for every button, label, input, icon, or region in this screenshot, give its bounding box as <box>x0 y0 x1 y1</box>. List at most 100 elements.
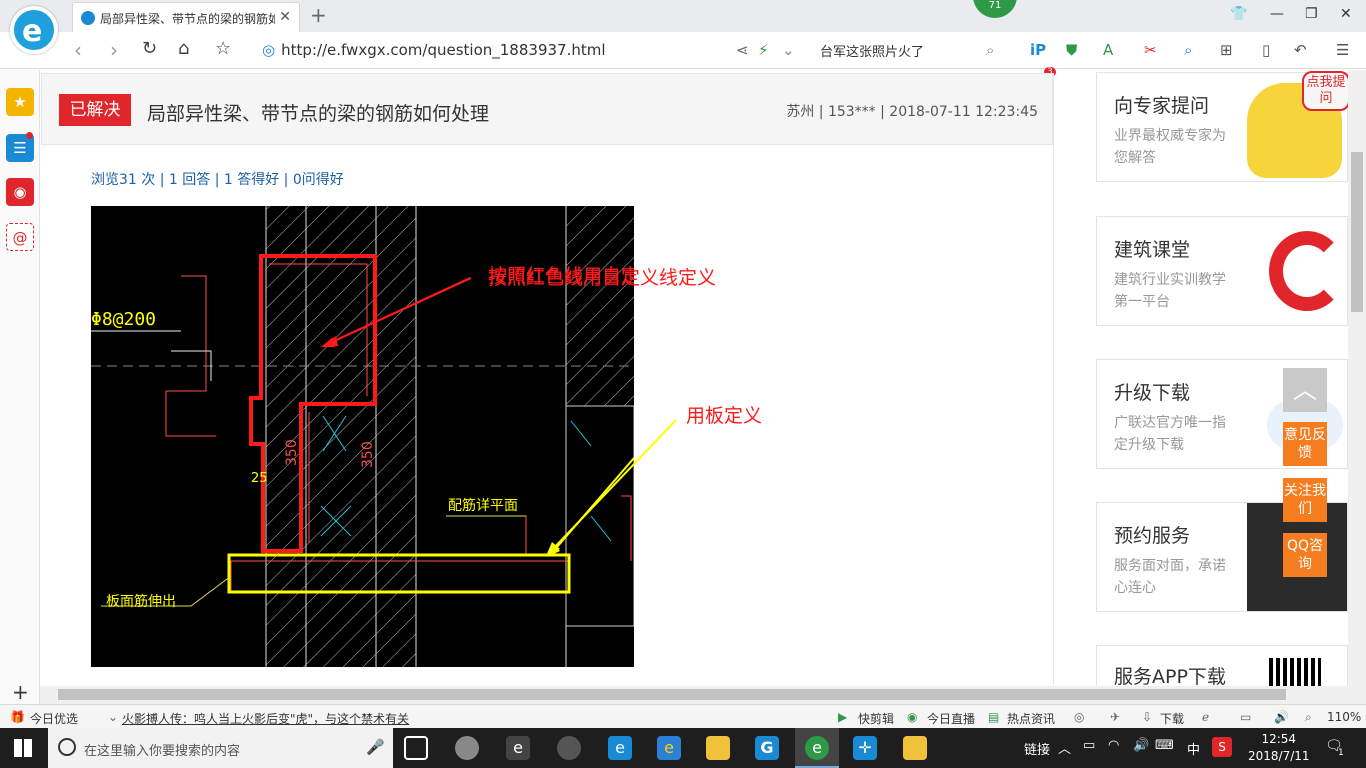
vertical-scroll-thumb[interactable] <box>1351 152 1363 312</box>
translate-icon[interactable]: A <box>1103 41 1113 59</box>
keyboard-icon[interactable]: ⌨ <box>1155 738 1174 753</box>
minimize-button[interactable]: — <box>1270 6 1284 22</box>
search-suggestion[interactable]: 台军这张照片火了 <box>820 41 924 60</box>
headline-link[interactable]: 火影搏人传：鸣人当上火影后变"虎"，与这个禁术有关 <box>122 710 409 727</box>
refresh-button[interactable]: ↻ <box>142 38 157 59</box>
notes-app-icon[interactable] <box>903 736 927 760</box>
status-item-edit[interactable]: 快剪辑 <box>858 710 894 727</box>
forward-button[interactable]: › <box>110 38 118 62</box>
tab-active[interactable]: 局部异性梁、带节点的梁的钢筋如何处理 ✕ <box>72 2 300 32</box>
favorites-star-icon[interactable]: ★ <box>6 88 34 116</box>
taskbar-search-placeholder: 在这里输入你要搜索的内容 <box>84 744 241 759</box>
sogou-icon[interactable]: S <box>1212 737 1232 757</box>
today-picks-link[interactable]: 今日优选 <box>30 710 78 727</box>
cortana-icon <box>58 738 76 756</box>
course-logo-icon <box>1269 231 1345 311</box>
browser-icon[interactable]: ◎ <box>1074 710 1084 724</box>
notification-count: 1 <box>1338 748 1344 758</box>
system-clock[interactable]: 12:54 2018/7/11 <box>1248 731 1310 765</box>
score-badge[interactable]: 71 <box>973 0 1017 18</box>
weibo-icon[interactable]: ◉ <box>6 178 34 206</box>
tray-chevron-up-icon[interactable]: ︿ <box>1058 738 1071 757</box>
plus-app-icon[interactable]: ✛ <box>853 736 877 760</box>
browser-e-icon[interactable]: e <box>506 736 530 760</box>
question-stats: 浏览31 次 | 1 回答 | 1 答得好 | 0问得好 <box>91 172 344 188</box>
home-button[interactable]: ⌂ <box>178 38 189 59</box>
battery-icon[interactable]: ▭ <box>1083 738 1095 753</box>
shield-icon[interactable]: ⛊ <box>1066 41 1077 59</box>
settings-app-icon[interactable] <box>557 736 581 760</box>
ie-icon[interactable]: ℯ <box>1202 710 1209 724</box>
qq-consult-button[interactable]: QQ咨询 <box>1283 533 1327 577</box>
menu-icon[interactable]: ☰ <box>1336 41 1349 59</box>
back-to-top-button[interactable]: ︿ <box>1283 368 1327 412</box>
wifi-icon[interactable]: ◠ <box>1108 738 1119 753</box>
status-item-live[interactable]: 今日直播 <box>927 710 975 727</box>
favorite-star-button[interactable]: ☆ <box>215 38 231 59</box>
file-explorer-icon[interactable] <box>706 736 730 760</box>
microphone-icon[interactable]: 🎤 <box>366 738 385 756</box>
flash-icon[interactable]: ⚡ <box>758 41 769 59</box>
windows-taskbar: 在这里输入你要搜索的内容 🎤 e e e G e ✛ 链接 ︿ ▭ ◠ 🔊 ⌨ … <box>0 728 1366 768</box>
add-sidebar-button[interactable]: + <box>12 680 29 704</box>
volume-icon[interactable]: 🔊 <box>1133 738 1149 753</box>
search-icon[interactable]: ⌕ <box>986 41 994 59</box>
back-button[interactable]: ‹ <box>74 38 82 62</box>
globe-icon: ◎ <box>262 41 276 59</box>
windows-start-icon[interactable] <box>14 739 32 757</box>
stirrup-line <box>165 275 216 437</box>
skin-icon[interactable]: 👕 <box>1230 6 1247 22</box>
active-browser-task[interactable]: e <box>795 728 839 768</box>
apps-grid-icon[interactable]: ⊞ <box>1220 41 1233 59</box>
mail-icon[interactable]: @ <box>6 223 34 251</box>
ime-indicator[interactable]: 中 <box>1187 739 1200 758</box>
card-subtitle: 广联达官方唯一指定升级下载 <box>1114 415 1226 453</box>
restore-button[interactable]: ❐ <box>1305 6 1318 22</box>
share-icon[interactable]: ⋖ <box>736 41 749 59</box>
navigation-bar: ‹ › ↻ ⌂ ☆ ◎ http://e.fwxgx.com/question_1… <box>0 32 1366 77</box>
chevron-down-icon[interactable]: ⌄ <box>782 41 795 59</box>
zoom-level[interactable]: 110% <box>1327 710 1361 724</box>
card-course[interactable]: 建筑课堂 建筑行业实训教学第一平台 <box>1096 216 1348 326</box>
app-fan-icon[interactable] <box>455 736 479 760</box>
app-icon[interactable]: iP <box>1030 41 1046 59</box>
pin-icon[interactable]: ✈ <box>1110 710 1120 724</box>
undo-icon[interactable]: ↶ <box>1294 41 1307 59</box>
edge-icon[interactable]: e <box>608 736 632 760</box>
browser-logo-icon[interactable]: e <box>10 6 58 54</box>
ask-badge[interactable]: 点我提问 <box>1302 71 1350 111</box>
feedback-button[interactable]: 意见反馈 <box>1283 422 1327 466</box>
red-annotation-overlay: 按照红色线用自定义线定义 <box>488 267 717 289</box>
address-bar[interactable]: ◎ http://e.fwxgx.com/question_1883937.htm… <box>262 41 606 59</box>
content-divider <box>1053 73 1054 685</box>
close-tab-icon[interactable]: ✕ <box>279 9 291 25</box>
taskbar-search[interactable]: 在这里输入你要搜索的内容 🎤 <box>48 728 393 768</box>
scissors-icon[interactable]: ✂ <box>1144 41 1157 59</box>
task-view-icon[interactable] <box>404 736 428 760</box>
status-item-download[interactable]: 下载 <box>1160 710 1184 727</box>
browser-taskbar-icon: e <box>805 736 829 760</box>
dimension-25: 25 <box>251 471 268 486</box>
card-expert[interactable]: 向专家提问 业界最权威专家为您解答 点我提问 <box>1096 71 1350 182</box>
magnifier-icon[interactable]: ⌕ <box>1184 41 1192 59</box>
window-icon[interactable]: ▭ <box>1240 710 1251 724</box>
wall-hatch-right <box>566 206 634 406</box>
qr-code-icon <box>1269 658 1321 688</box>
follow-us-button[interactable]: 关注我们 <box>1283 478 1327 522</box>
card-title: 服务APP下载 <box>1114 666 1226 688</box>
yellow-annotation-overlay: 用板定义 <box>686 405 763 427</box>
tray-link[interactable]: 链接 <box>1024 739 1050 758</box>
status-item-news[interactable]: 热点资讯 <box>1007 710 1055 727</box>
zoom-icon: ⌕ <box>1305 710 1312 724</box>
rebar-spec-label: Φ8@200 <box>91 309 156 330</box>
sound-icon[interactable]: 🔊 <box>1274 710 1289 724</box>
new-tab-button[interactable]: + <box>310 3 327 27</box>
chevron-down-icon: ⌄ <box>108 710 119 724</box>
phone-icon[interactable]: ▯ <box>1262 41 1270 59</box>
close-window-button[interactable]: ✕ <box>1340 6 1352 22</box>
dimension-350-left: 350 <box>284 439 300 466</box>
glodon-app-icon[interactable]: G <box>755 736 779 760</box>
card-title: 向专家提问 <box>1114 95 1210 117</box>
ie-taskbar-icon[interactable]: e <box>657 736 681 760</box>
horizontal-scroll-thumb[interactable] <box>58 689 1286 700</box>
